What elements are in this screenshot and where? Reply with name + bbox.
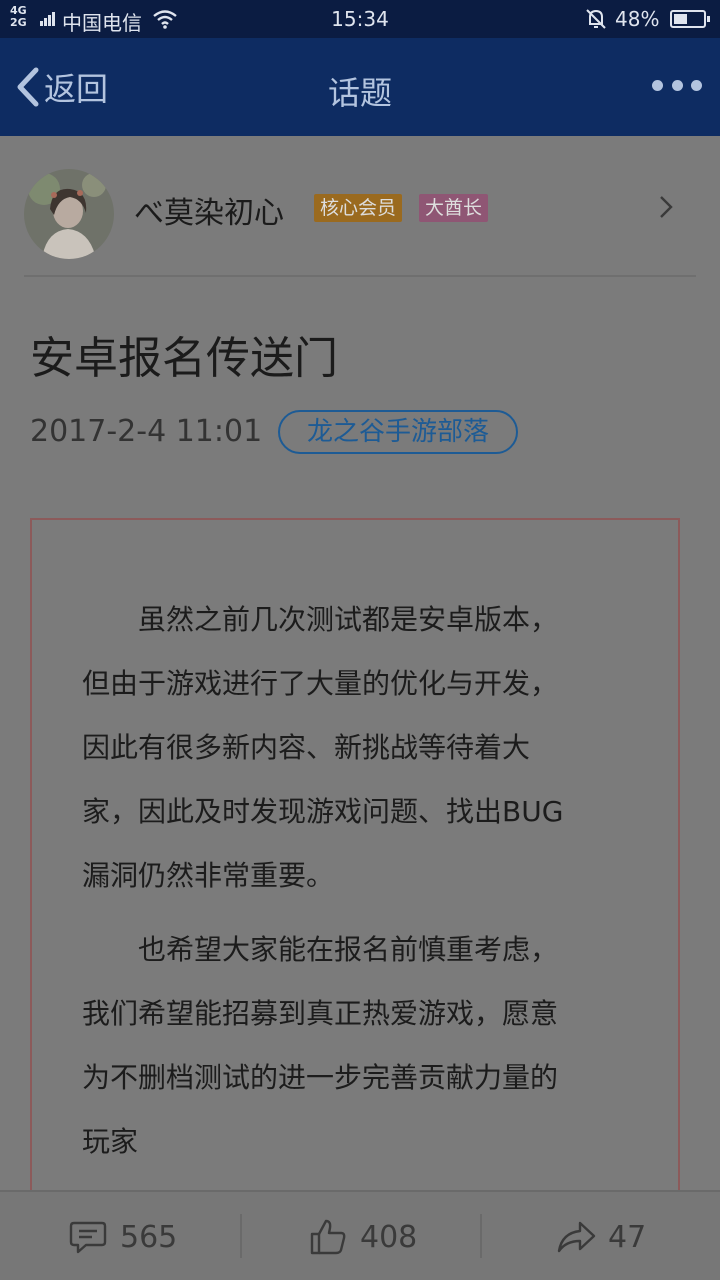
paragraph-line: 因此有很多新内容、新挑战等待着大: [82, 731, 531, 764]
author-row[interactable]: べ莫染初心 核心会员 大酋长: [0, 136, 720, 276]
like-icon: [310, 1219, 346, 1255]
divider: [24, 275, 696, 277]
action-bar: 565 408 47: [0, 1190, 720, 1280]
separator: [480, 1214, 482, 1258]
chevron-right-icon[interactable]: [654, 194, 676, 220]
paragraph-2: 也希望大家能在报名前慎重考虑， 我们希望能招募到真正热爱游戏，愿意 为不删档测试…: [82, 918, 642, 1174]
like-count: 408: [360, 1219, 418, 1255]
separator: [240, 1214, 242, 1258]
bell-muted-icon: [586, 9, 606, 29]
status-bar: 4G 2G 中国电信 15:34 48%: [0, 0, 720, 38]
comment-icon: [69, 1221, 107, 1254]
paragraph-line: 漏洞仍然非常重要。: [82, 859, 335, 892]
battery-level-fill: [674, 14, 687, 24]
badge-chief: 大酋长: [419, 194, 489, 222]
nav-bar: 返回 话题: [0, 38, 720, 136]
badge-core-member: 核心会员: [314, 194, 403, 222]
post-content: 虽然之前几次测试都是安卓版本， 但由于游戏进行了大量的优化与开发， 因此有很多新…: [30, 518, 680, 1218]
share-icon: [557, 1221, 596, 1253]
avatar[interactable]: [24, 169, 114, 259]
like-button[interactable]: 408: [308, 1212, 417, 1262]
paragraph-line: 家，因此及时发现游戏问题、找出BUG: [82, 795, 564, 828]
paragraph-1: 虽然之前几次测试都是安卓版本， 但由于游戏进行了大量的优化与开发， 因此有很多新…: [82, 588, 642, 908]
paragraph-line: 玩家: [82, 1125, 139, 1158]
paragraph-line: 但由于游戏进行了大量的优化与开发，: [82, 667, 559, 700]
paragraph-line: 我们希望能招募到真正热爱游戏，愿意: [82, 997, 559, 1030]
battery-percent: 48%: [615, 7, 660, 31]
tribe-tag[interactable]: 龙之谷手游部落: [278, 410, 518, 454]
clock: 15:34: [331, 7, 389, 31]
paragraph-line: 虽然之前几次测试都是安卓版本，: [82, 603, 559, 636]
post-date: 2017-2-4 11:01: [30, 414, 263, 449]
more-icon[interactable]: [652, 70, 702, 100]
paragraph-line: 为不删档测试的进一步完善贡献力量的: [82, 1061, 559, 1094]
author-name[interactable]: べ莫染初心: [134, 188, 284, 232]
comment-button[interactable]: 565: [68, 1212, 177, 1262]
battery-icon: [670, 10, 710, 28]
post-title: 安卓报名传送门: [30, 333, 338, 384]
paragraph-line: 也希望大家能在报名前慎重考虑，: [82, 933, 559, 966]
share-button[interactable]: 47: [556, 1212, 646, 1262]
share-count: 47: [608, 1219, 647, 1255]
page-title: 话题: [327, 74, 392, 112]
comment-count: 565: [120, 1219, 178, 1255]
